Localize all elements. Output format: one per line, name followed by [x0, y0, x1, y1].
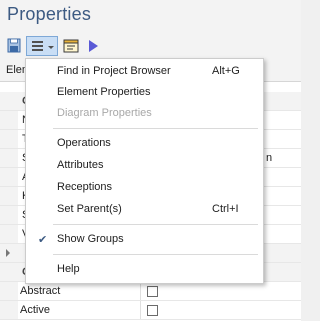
hamburger-menu-icon [32, 41, 54, 51]
checkmark-icon: ✔ [38, 234, 48, 246]
menu-item-operations[interactable]: Operations [26, 133, 263, 154]
play-button[interactable] [86, 36, 100, 56]
menu-dropdown-button[interactable] [26, 36, 58, 56]
properties-context-menu: Find in Project Browser Alt+G Element Pr… [25, 58, 264, 284]
menu-item-element-properties[interactable]: Element Properties [26, 82, 263, 103]
table-row-abstract[interactable]: Abstract [0, 282, 301, 301]
abstract-label: Abstract [20, 285, 61, 297]
menu-item-label: Element Properties [57, 86, 151, 98]
menu-item-label: Attributes [57, 159, 104, 171]
menu-separator [53, 128, 258, 129]
chevron-down-icon [48, 46, 54, 49]
menu-item-diagram-properties: Diagram Properties [26, 103, 263, 124]
menu-item-help[interactable]: Help [26, 259, 263, 280]
save-button[interactable] [5, 36, 23, 56]
menu-item-receptions[interactable]: Receptions [26, 177, 263, 198]
expand-arrow-icon[interactable] [6, 249, 10, 257]
table-row-active[interactable]: Active [0, 301, 301, 320]
menu-item-set-parents[interactable]: Set Parent(s) Ctrl+I [26, 199, 263, 220]
properties-toolbar [0, 34, 301, 58]
active-label: Active [20, 304, 50, 316]
menu-item-label: Show Groups [57, 233, 124, 245]
menu-item-label: Help [57, 263, 80, 275]
menu-item-label: Find in Project Browser [57, 65, 171, 77]
floppy-disk-icon [7, 38, 21, 53]
menu-item-shortcut: Ctrl+I [212, 203, 239, 215]
menu-separator [53, 224, 258, 225]
row-value: n [266, 152, 273, 164]
menu-item-label: Set Parent(s) [57, 203, 122, 215]
menu-item-label: Operations [57, 137, 111, 149]
menu-item-find-in-project-browser[interactable]: Find in Project Browser Alt+G [26, 61, 263, 82]
active-checkbox[interactable] [147, 305, 158, 316]
menu-item-label: Receptions [57, 181, 113, 193]
menu-item-shortcut: Alt+G [212, 65, 240, 77]
panel-title: Properties [7, 4, 92, 24]
element-properties-icon [63, 39, 79, 53]
menu-item-attributes[interactable]: Attributes [26, 155, 263, 176]
abstract-checkbox[interactable] [147, 286, 158, 297]
menu-separator [53, 254, 258, 255]
element-properties-button[interactable] [62, 36, 82, 56]
play-arrow-icon [89, 40, 98, 52]
menu-item-label: Diagram Properties [57, 107, 152, 119]
properties-panel: Properties Elem n Abstract Active Find i… [0, 0, 301, 321]
menu-item-show-groups[interactable]: ✔ Show Groups [26, 229, 263, 250]
